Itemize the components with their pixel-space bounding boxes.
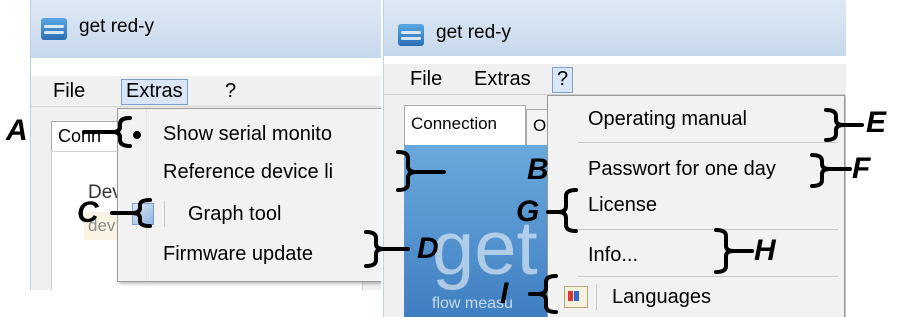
- callout-label-e: E: [866, 106, 887, 139]
- callout-label-d: D: [417, 232, 439, 265]
- bracket-f: [810, 153, 852, 188]
- bracket-h: [714, 228, 754, 274]
- bracket-g: [546, 188, 578, 233]
- callout-label-a: A: [6, 114, 28, 147]
- callout-label-f: F: [852, 152, 871, 185]
- callout-label-g: G: [516, 195, 540, 228]
- bracket-e: [824, 108, 864, 142]
- bracket-a: [82, 116, 132, 148]
- bracket-c: [110, 198, 152, 228]
- bracket-i: [528, 274, 558, 314]
- callout-label-i: I: [500, 277, 509, 310]
- callout-label-c: C: [77, 196, 99, 229]
- bracket-b: [396, 150, 446, 192]
- callout-brackets: [82, 108, 864, 314]
- bracket-d: [364, 230, 410, 268]
- callout-label-h: H: [754, 234, 776, 267]
- callout-label-b: B: [527, 153, 549, 186]
